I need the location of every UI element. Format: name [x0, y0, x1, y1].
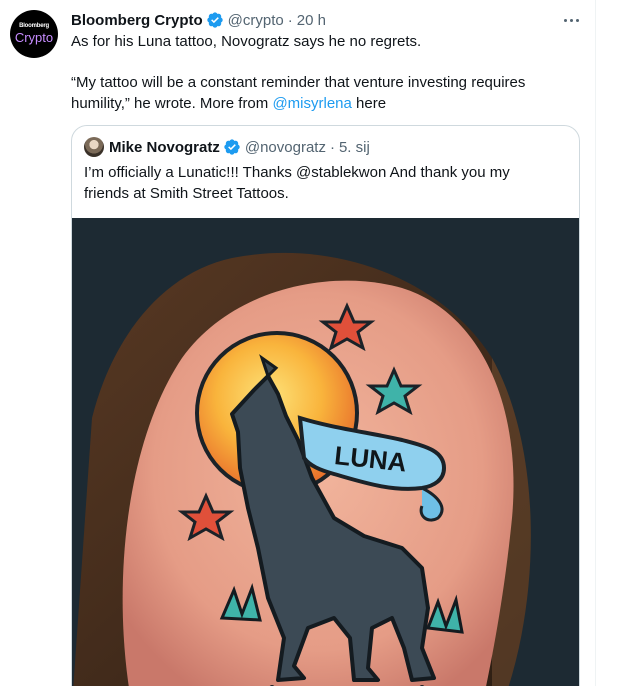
author-handle[interactable]: @crypto — [228, 12, 284, 29]
avatar-logo-line1: Bloomberg — [19, 23, 49, 29]
quoted-tweet[interactable]: Mike Novogratz @novogratz · 5. sij I’m o… — [71, 125, 580, 686]
tweet-text-line: As for his Luna tattoo, Novogratz says h… — [71, 33, 422, 50]
header-separator: · — [287, 11, 293, 29]
avatar-logo-line2: Crypto — [14, 30, 54, 45]
column-divider — [595, 0, 596, 686]
tweet-header: Bloomberg Crypto @crypto · 20 h — [71, 10, 326, 30]
quoted-author-handle[interactable]: @novogratz — [245, 139, 326, 156]
quoted-timestamp[interactable]: 5. sij — [339, 139, 370, 156]
tweet-timestamp[interactable]: 20 h — [297, 12, 326, 29]
tweet-text-segment: here — [351, 95, 387, 112]
tattoo-photo[interactable]: LUNA — [72, 218, 579, 686]
tweet-text-line: humility,” he wrote. More from @misyrlen… — [71, 93, 386, 114]
avatar[interactable]: Bloomberg Crypto — [10, 10, 58, 58]
tweet-text-segment: humility,” he wrote. More from — [71, 95, 273, 112]
tweet[interactable]: Bloomberg Crypto Bloomberg Crypto @crypt… — [0, 0, 595, 686]
quoted-tweet-text: I’m officially a Lunatic!!! Thanks @stab… — [84, 162, 510, 204]
verified-badge-icon — [206, 12, 223, 28]
mention-link[interactable]: @misyrlena — [272, 95, 351, 112]
quoted-text-line: friends at Smith Street Tattoos. — [84, 185, 289, 202]
author-name[interactable]: Bloomberg Crypto — [71, 12, 203, 29]
tweet-text-line: “My tattoo will be a constant reminder t… — [71, 74, 526, 91]
quoted-avatar[interactable] — [84, 137, 104, 157]
verified-badge-icon — [224, 139, 240, 155]
header-separator: · — [329, 138, 335, 156]
quoted-author-name[interactable]: Mike Novogratz — [109, 139, 220, 156]
quoted-tweet-header: Mike Novogratz @novogratz · 5. sij — [84, 136, 370, 158]
quoted-text-line: I’m officially a Lunatic!!! Thanks @stab… — [84, 164, 510, 181]
more-options-icon[interactable] — [559, 10, 583, 30]
